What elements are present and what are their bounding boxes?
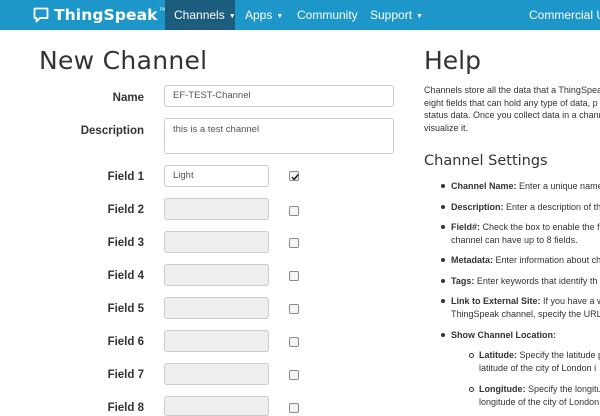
bullet-icon (441, 299, 445, 303)
list-item: Field#: Check the box to enable the fi ch… (441, 221, 600, 246)
chat-bubble-icon (33, 7, 49, 23)
nav-channels[interactable]: Channels ▼ (165, 0, 236, 30)
nav-commercial-use-label: Commercial Use (529, 8, 600, 22)
list-item-text: Enter information about ch (493, 255, 600, 265)
list-item-text: Enter keywords that identify th (474, 276, 598, 286)
field-2-label: Field 2 (107, 204, 144, 216)
channel-settings-heading: Channel Settings (424, 153, 548, 169)
help-title: Help (424, 46, 481, 75)
list-item-text: Specify the longitu (525, 384, 600, 394)
list-item-text: longitude of the city of London (479, 396, 600, 407)
bullet-icon (441, 279, 445, 283)
field-6-checkbox[interactable] (289, 337, 299, 347)
field-7-label: Field 7 (107, 369, 144, 381)
bullet-icon (441, 258, 445, 262)
chevron-down-icon: ▼ (416, 13, 423, 20)
list-item-term: Link to External Site: (451, 296, 541, 306)
field-8-checkbox[interactable] (289, 403, 299, 413)
field-8-label: Field 8 (107, 402, 144, 414)
field-3-label: Field 3 (107, 237, 144, 249)
list-item: Latitude: Specify the latitude p latitude… (469, 349, 600, 374)
nav-community[interactable]: Community (297, 0, 358, 30)
field-1-input[interactable]: Light (164, 165, 269, 187)
description-textarea[interactable]: this is a test channel (164, 118, 394, 154)
chevron-down-icon: ▼ (228, 13, 236, 20)
field-4-input[interactable] (164, 264, 269, 286)
help-intro-line: Channels store all the data that a Thing… (424, 85, 600, 95)
field-4-checkbox[interactable] (289, 271, 299, 281)
name-label: Name (112, 92, 144, 104)
list-item-text: latitude of the city of London i (479, 362, 597, 373)
list-item: Metadata: Enter information about ch (441, 254, 600, 267)
list-item-term: Tags: (451, 276, 475, 286)
list-item: Longitude: Specify the longitu longitude … (469, 383, 600, 408)
list-item-text: Enter a unique name (516, 181, 600, 191)
list-item-text: ThingSpeak channel, specify the URL (451, 308, 600, 319)
nav-apps[interactable]: Apps ▼ (245, 0, 283, 30)
list-item-term: Longitude: (479, 384, 526, 394)
name-input[interactable]: EF-TEST-Channel (164, 85, 394, 107)
nav-support-label: Support (370, 8, 413, 22)
brand-name: ThingSpeak (54, 6, 158, 24)
description-label: Description (80, 125, 144, 137)
sub-bullet-icon (469, 386, 474, 392)
field-5-checkbox[interactable] (289, 304, 299, 314)
nav-community-label: Community (297, 8, 358, 22)
field-6-input[interactable] (164, 330, 269, 352)
list-item: Link to External Site: If you have a we T… (441, 295, 600, 320)
field-7-input[interactable] (164, 363, 269, 385)
help-intro-line: status data. Once you collect data in a … (424, 110, 600, 120)
bullet-icon (441, 333, 445, 337)
nav-channels-label: Channels (174, 8, 225, 22)
field-5-label: Field 5 (107, 303, 144, 315)
list-item-text: channel can have up to 8 fields. (451, 234, 578, 245)
list-item-term: Show Channel Location: (451, 330, 556, 340)
brand-logo[interactable]: ThingSpeak ™ (33, 4, 167, 26)
field-6-label: Field 6 (107, 336, 144, 348)
field-5-input[interactable] (164, 297, 269, 319)
field-2-input[interactable] (164, 198, 269, 220)
list-item: Description: Enter a description of th (441, 201, 600, 214)
field-3-checkbox[interactable] (289, 238, 299, 248)
field-1-label: Field 1 (107, 171, 144, 183)
field-7-checkbox[interactable] (289, 370, 299, 380)
chevron-down-icon: ▼ (276, 13, 284, 20)
sub-bullet-icon (469, 352, 474, 358)
list-item-text: Enter a description of th (503, 202, 600, 212)
bullet-icon (441, 184, 445, 188)
help-intro-line: visualize it. (424, 122, 469, 133)
list-item-term: Metadata: (451, 255, 494, 265)
list-item: Show Channel Location: (441, 329, 556, 342)
nav-commercial-use[interactable]: Commercial Use (529, 0, 600, 30)
list-item-text: Check the box to enable the fi (480, 222, 600, 232)
field-8-input[interactable] (164, 396, 269, 416)
navbar: ThingSpeak ™ Channels ▼ Apps ▼ Community Su… (0, 0, 600, 30)
bullet-icon (441, 205, 445, 209)
field-2-checkbox[interactable] (289, 206, 299, 216)
list-item-term: Channel Name: (451, 181, 517, 191)
nav-support[interactable]: Support ▼ (370, 0, 423, 30)
checkmark-icon (291, 174, 299, 181)
field-3-input[interactable] (164, 231, 269, 253)
list-item-term: Description: (451, 202, 504, 212)
nav-apps-label: Apps (245, 8, 273, 22)
list-item-text: If you have a we (543, 296, 600, 306)
list-item-term: Latitude: (479, 350, 517, 360)
help-intro: Channels store all the data that a Thing… (424, 84, 600, 134)
list-item: Channel Name: Enter a unique name (441, 180, 600, 193)
list-item: Tags: Enter keywords that identify th (441, 275, 598, 288)
list-item-term: Field#: (451, 222, 481, 232)
help-intro-line: eight fields that can hold any type of d… (424, 97, 598, 108)
list-item-text: Specify the latitude p (517, 350, 600, 360)
field-1-checkbox[interactable] (289, 171, 299, 181)
page-title: New Channel (39, 46, 208, 75)
bullet-icon (441, 225, 445, 229)
field-4-label: Field 4 (107, 270, 144, 282)
